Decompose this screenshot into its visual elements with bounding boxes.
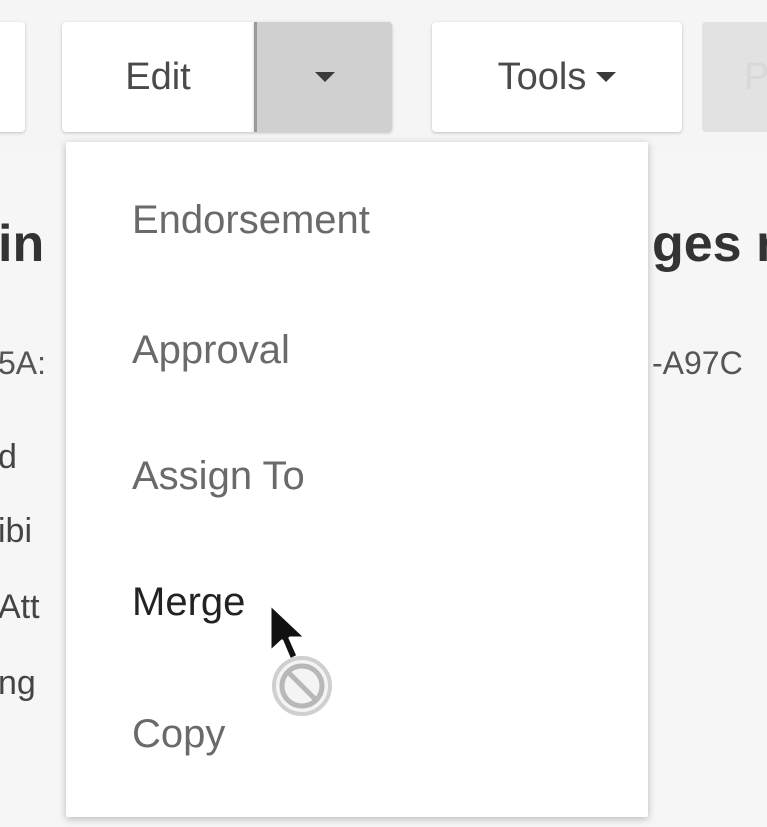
edit-button-label: Edit bbox=[125, 55, 191, 98]
caret-down-icon bbox=[314, 72, 335, 82]
page-title-right: ges r bbox=[652, 215, 767, 273]
edit-dropdown-menu: Endorsement Approval Assign To Merge Cop… bbox=[66, 142, 648, 817]
field-label: ibi bbox=[0, 512, 33, 550]
menu-item-copy[interactable]: Copy bbox=[132, 712, 225, 757]
caret-down-icon bbox=[596, 72, 617, 82]
next-button-label: P bbox=[744, 55, 767, 98]
record-code-left: 5A: bbox=[0, 345, 47, 381]
toolbar: Edit Tools P bbox=[0, 0, 767, 150]
previous-toolbar-button[interactable] bbox=[0, 22, 25, 132]
menu-item-endorsement[interactable]: Endorsement bbox=[132, 198, 370, 243]
not-allowed-cursor-icon bbox=[268, 602, 332, 716]
edit-dropdown-toggle[interactable] bbox=[254, 22, 392, 132]
edit-button[interactable]: Edit bbox=[62, 22, 254, 132]
next-toolbar-button[interactable]: P bbox=[702, 22, 767, 132]
menu-item-merge[interactable]: Merge bbox=[132, 580, 245, 625]
menu-item-approval[interactable]: Approval bbox=[132, 328, 290, 373]
tools-button-label: Tools bbox=[497, 55, 587, 98]
tools-dropdown-button[interactable]: Tools bbox=[432, 22, 682, 132]
field-label: ng bbox=[0, 664, 36, 702]
menu-item-assign-to[interactable]: Assign To bbox=[132, 454, 305, 499]
page-title-left: in bbox=[0, 215, 45, 273]
field-label: Att bbox=[0, 588, 40, 626]
record-code-right: -A97C bbox=[652, 345, 743, 381]
field-label: d bbox=[0, 438, 17, 476]
